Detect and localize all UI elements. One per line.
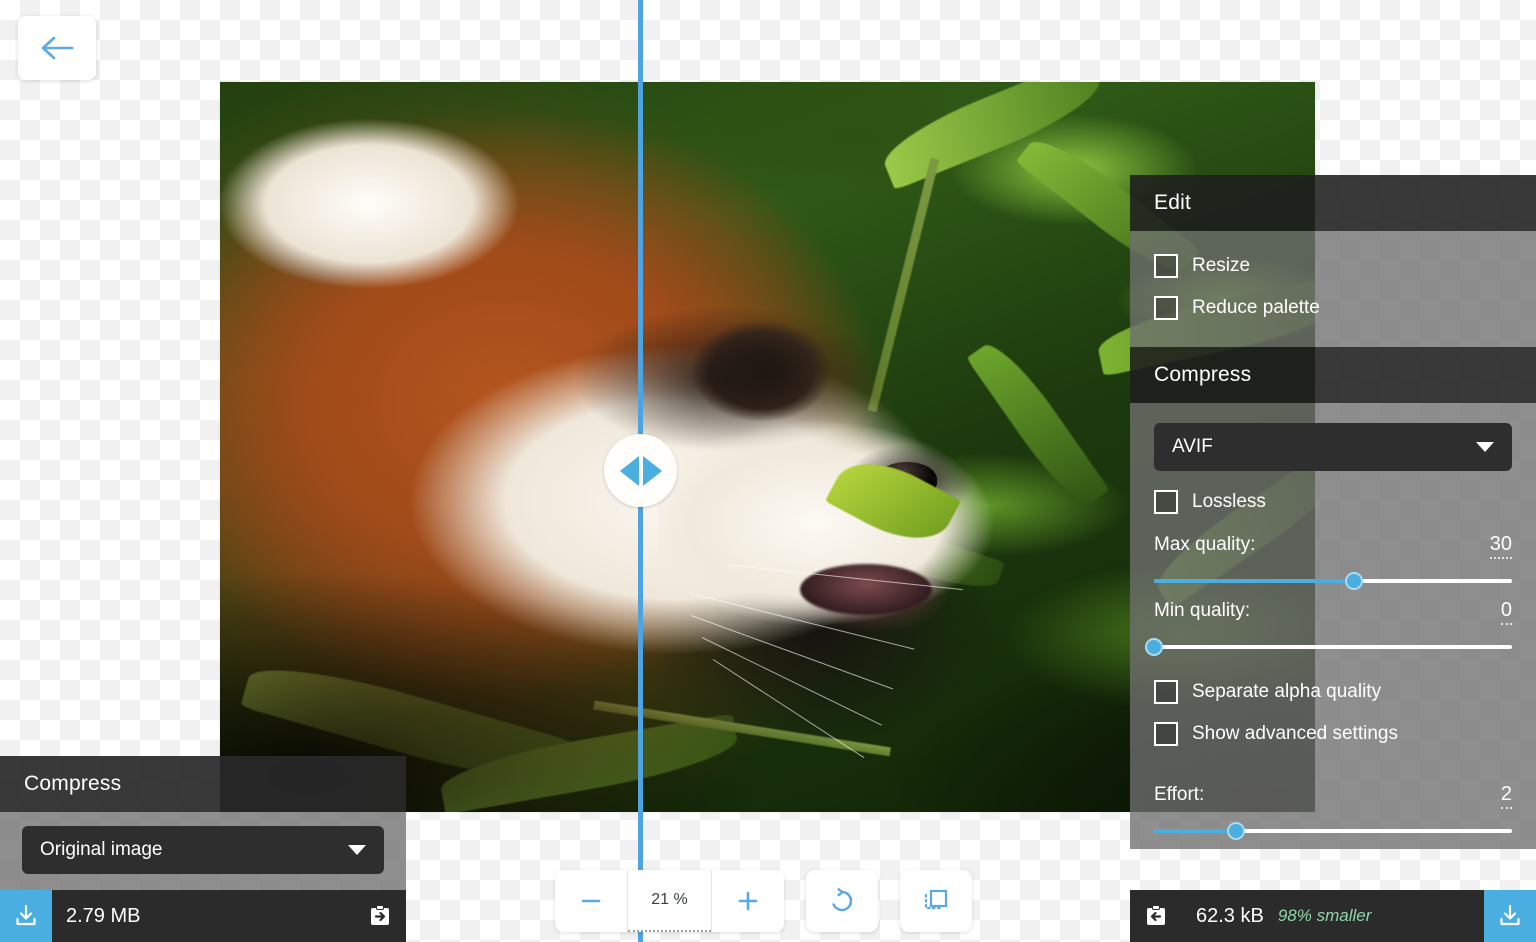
source-select-value: Original image [40,839,163,861]
option-label: Show advanced settings [1192,723,1398,745]
zoom-out-button[interactable] [555,870,627,932]
option-separate-alpha-quality[interactable]: Separate alpha quality [1154,671,1512,713]
option-lossless[interactable]: Lossless [1154,481,1512,523]
zoom-in-button[interactable] [712,870,784,932]
checkbox-lossless[interactable] [1154,490,1178,514]
left-compress-body: Original image [0,812,406,890]
left-right-arrows-icon [620,456,639,486]
compress-section-body: AVIF Lossless Max quality: 30 [1130,403,1536,773]
right-options-panel: Edit Resize Reduce palette Compress AVIF [1130,175,1536,849]
slider-knob[interactable] [1345,572,1363,590]
checkbox-reduce-palette[interactable] [1154,296,1178,320]
slider-knob[interactable] [1145,638,1163,656]
slider-min-quality: Min quality: 0 [1154,589,1512,655]
slider-header: Effort: 2 [1154,783,1512,809]
rotate-clockwise-icon [828,887,856,915]
slider-knob[interactable] [1227,822,1245,840]
slider-track[interactable] [1154,829,1512,833]
edit-section-header: Edit [1130,175,1536,231]
slider-effort: Effort: 2 [1154,777,1512,839]
zoom-toolbar: 21 % [555,870,972,932]
option-label: Lossless [1192,491,1266,513]
left-compress-header: Compress [0,756,406,812]
slider-label: Min quality: [1154,600,1250,622]
edit-section-body: Resize Reduce palette [1130,231,1536,347]
option-label: Resize [1192,255,1250,277]
codec-select-value: AVIF [1172,436,1213,458]
slider-label: Max quality: [1154,534,1255,556]
slider-header: Max quality: 30 [1154,533,1512,559]
savings-label: 98% smaller [1278,906,1372,926]
rotate-button[interactable] [806,870,878,932]
plus-icon [735,888,761,914]
slider-track[interactable] [1154,579,1512,583]
codec-select-wrap: AVIF [1154,423,1512,471]
copy-to-left-button[interactable] [1130,890,1182,942]
checkbox-show-advanced-settings[interactable] [1154,722,1178,746]
toggle-background-button[interactable] [900,870,972,932]
slider-track[interactable] [1154,645,1512,649]
squoosh-app: 21 % Edit [0,0,1536,942]
arrow-left-icon [40,34,74,62]
copy-to-other-side-icon [1143,903,1169,929]
download-icon [1497,903,1523,929]
checkbox-resize[interactable] [1154,254,1178,278]
option-resize[interactable]: Resize [1154,245,1512,287]
codec-select[interactable]: AVIF [1154,423,1512,471]
compressed-size-label: 62.3 kB [1182,905,1278,928]
compare-split-handle[interactable] [604,434,677,507]
slider-value-input[interactable]: 0 [1501,599,1512,625]
left-options-panel: Compress Original image [0,756,406,890]
left-right-arrows-icon [643,456,662,486]
option-show-advanced-settings[interactable]: Show advanced settings [1154,713,1512,755]
slider-label: Effort: [1154,784,1204,806]
copy-to-other-side-icon [367,903,393,929]
slider-max-quality: Max quality: 30 [1154,523,1512,589]
right-result-bar: 62.3 kB 98% smaller [1130,890,1536,942]
source-select[interactable]: Original image [22,826,384,874]
minus-icon [578,888,604,914]
source-select-wrap: Original image [22,826,384,874]
download-original-button[interactable] [0,890,52,942]
slider-fill [1154,579,1354,583]
option-reduce-palette[interactable]: Reduce palette [1154,287,1512,329]
effort-section: Effort: 2 [1130,773,1536,849]
download-compressed-button[interactable] [1484,890,1536,942]
original-size-label: 2.79 MB [52,905,154,928]
download-icon [13,903,39,929]
compress-section-header: Compress [1130,347,1536,403]
zoom-level-input[interactable]: 21 % [628,870,711,932]
checkbox-separate-alpha-quality[interactable] [1154,680,1178,704]
zoom-control-group: 21 % [555,870,784,932]
back-button[interactable] [18,16,96,80]
left-result-bar: 2.79 MB [0,890,406,942]
slider-header: Min quality: 0 [1154,599,1512,625]
slider-fill [1154,829,1236,833]
option-label: Reduce palette [1192,297,1320,319]
option-label: Separate alpha quality [1192,681,1381,703]
slider-value-input[interactable]: 2 [1501,783,1512,809]
toggle-transparency-icon [922,887,950,915]
slider-value-input[interactable]: 30 [1490,533,1512,559]
copy-to-right-button[interactable] [354,890,406,942]
